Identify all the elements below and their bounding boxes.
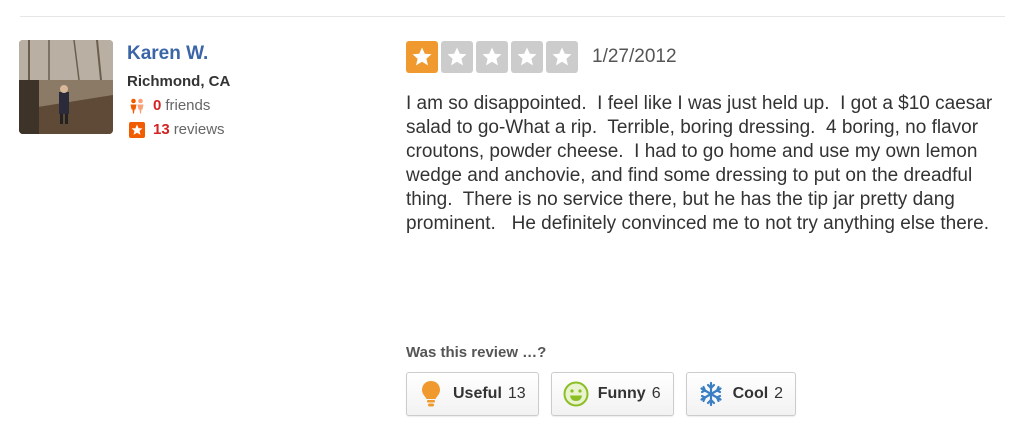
top-divider bbox=[20, 16, 1005, 17]
snowflake-icon bbox=[697, 380, 725, 408]
friends-label: friends bbox=[165, 97, 211, 114]
user-info: Karen W. Richmond, CA 0 friends 13 revie… bbox=[127, 42, 230, 140]
lightbulb-icon bbox=[417, 380, 445, 408]
review-date: 1/27/2012 bbox=[592, 46, 677, 67]
user-name-link[interactable]: Karen W. bbox=[127, 42, 230, 66]
user-avatar[interactable] bbox=[19, 40, 113, 134]
reviews-stat: 13 reviews bbox=[127, 120, 230, 140]
user-location: Richmond, CA bbox=[127, 73, 231, 90]
star-empty-icon bbox=[476, 41, 508, 73]
star-empty-icon bbox=[511, 41, 543, 73]
cool-button[interactable]: Cool 2 bbox=[685, 372, 797, 416]
friends-count: 0 bbox=[153, 97, 162, 114]
star-filled-icon bbox=[406, 41, 438, 73]
review-text: I am so disappointed. I feel like I was … bbox=[406, 93, 998, 234]
useful-button[interactable]: Useful 13 bbox=[406, 372, 539, 416]
cool-label: Cool bbox=[732, 385, 769, 402]
smiley-icon bbox=[562, 380, 590, 408]
cool-count: 2 bbox=[774, 385, 784, 402]
useful-label: Useful bbox=[453, 385, 502, 402]
friends-icon bbox=[129, 98, 145, 114]
funny-count: 6 bbox=[651, 385, 661, 402]
rating-row: 1/27/2012 bbox=[406, 41, 1006, 73]
review: 1/27/2012 I am so disappointed. I feel l… bbox=[406, 41, 1006, 236]
friends-stat: 0 friends bbox=[127, 96, 230, 116]
star-rating bbox=[406, 41, 581, 73]
reviews-label: reviews bbox=[173, 121, 225, 138]
funny-label: Funny bbox=[597, 385, 646, 402]
vote-question: Was this review …? bbox=[406, 344, 547, 361]
funny-button[interactable]: Funny 6 bbox=[550, 372, 674, 416]
vote-buttons: Useful 13 Funny 6 Cool 2 bbox=[406, 372, 808, 416]
star-empty-icon bbox=[546, 41, 578, 73]
review-star-icon bbox=[129, 122, 145, 138]
star-empty-icon bbox=[441, 41, 473, 73]
reviews-count: 13 bbox=[153, 121, 170, 138]
useful-count: 13 bbox=[507, 385, 526, 402]
